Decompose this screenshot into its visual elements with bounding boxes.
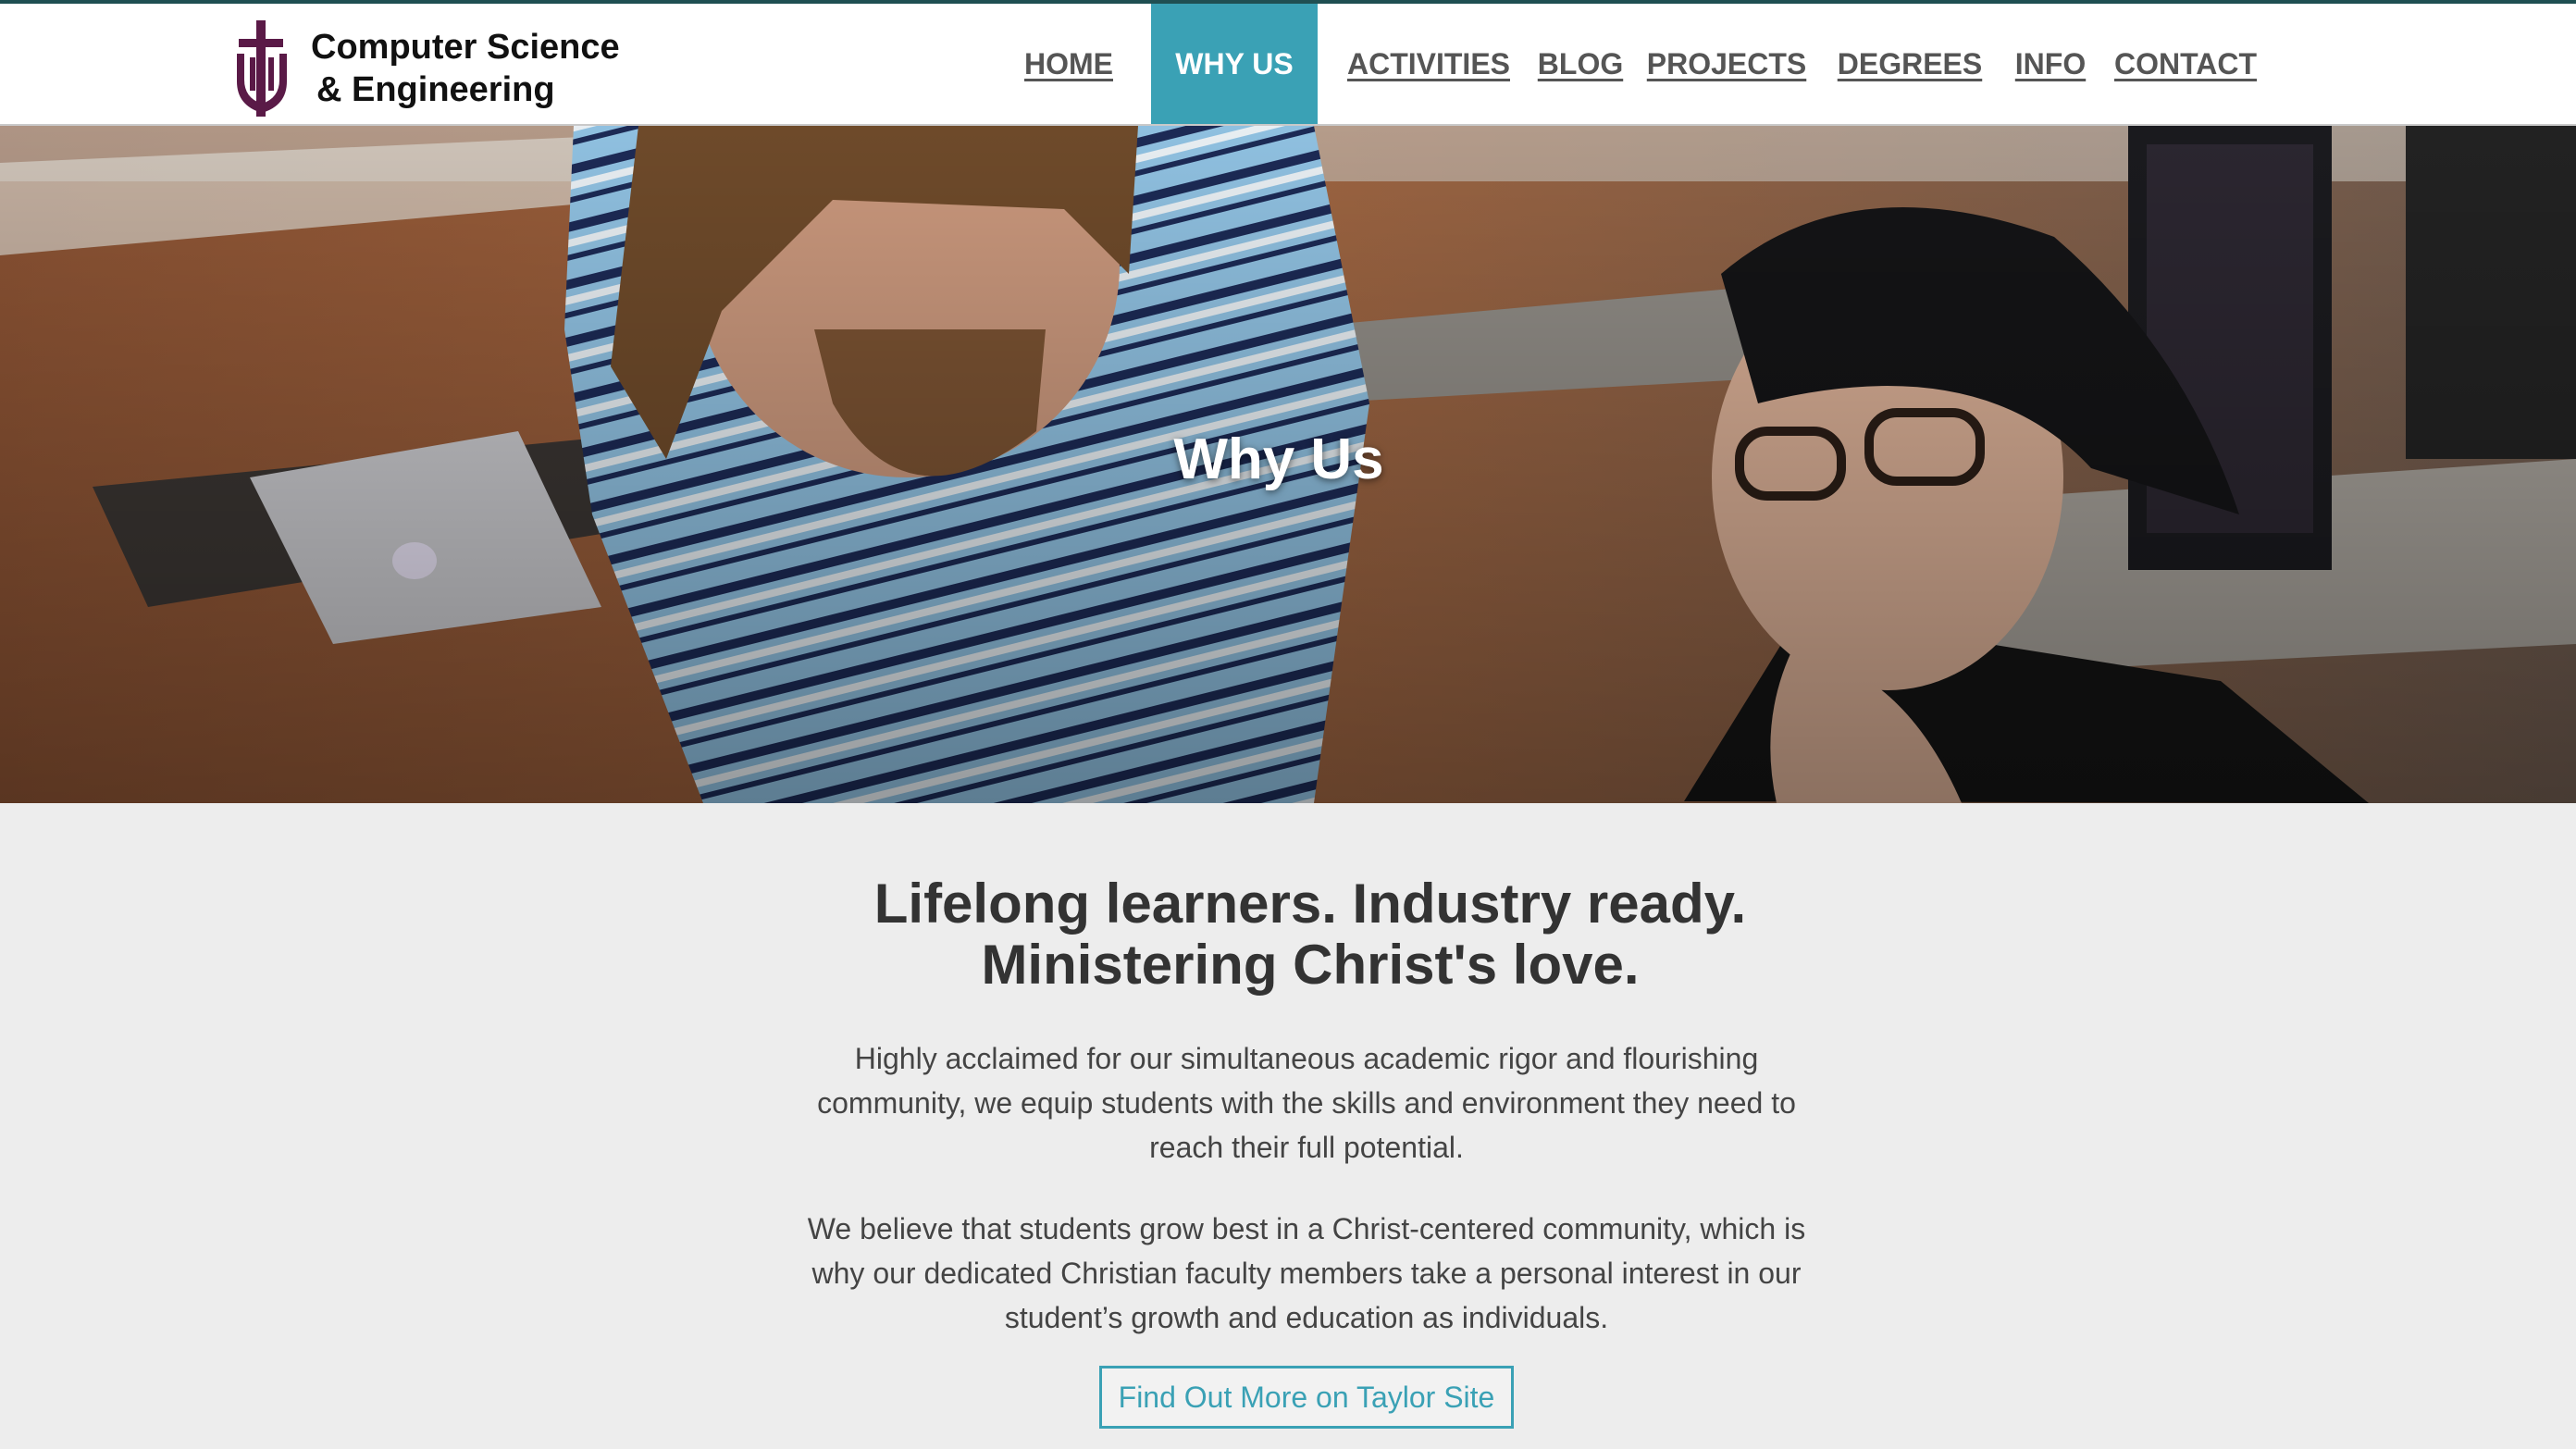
site-logo[interactable]: Computer Science & Engineering [233,20,622,117]
nav-activities[interactable]: ACTIVITIES [1345,4,1512,124]
nav-contact[interactable]: CONTACT [2113,4,2258,124]
hero-title: Why Us [1173,427,1384,491]
nav-degrees[interactable]: DEGREES [1832,4,1988,124]
cross-shield-logo-icon [237,20,287,117]
nav-info[interactable]: INFO [2015,4,2086,124]
mission-paragraph: We believe that students grow best in a … [807,1212,1806,1334]
site-header: Computer Science & Engineering HOME WHY … [0,4,2576,126]
nav-projects[interactable]: PROJECTS [1647,4,1806,124]
find-out-more-button[interactable]: Find Out More on Taylor Site [1099,1366,1514,1429]
page-headline: Lifelong learners. Industry ready. Minis… [22,873,2576,996]
logo-text-line2: & Engineering [316,70,555,109]
nav-why-us[interactable]: WHY US [1151,4,1318,124]
headline-line-2: Ministering Christ's love. [981,934,1640,996]
nav-blog[interactable]: BLOG [1538,4,1623,124]
logo-text-line1: Computer Science [311,28,620,67]
main-nav: HOME WHY US ACTIVITIES BLOG PROJECTS DEG… [1014,4,2576,124]
nav-home[interactable]: HOME [1014,4,1123,124]
intro-paragraph: Highly acclaimed for our simultaneous ac… [817,1042,1796,1164]
hero-banner: Why Us [0,126,2576,803]
headline-line-1: Lifelong learners. Industry ready. [873,873,1747,935]
main-content: Lifelong learners. Industry ready. Minis… [0,803,2576,1449]
